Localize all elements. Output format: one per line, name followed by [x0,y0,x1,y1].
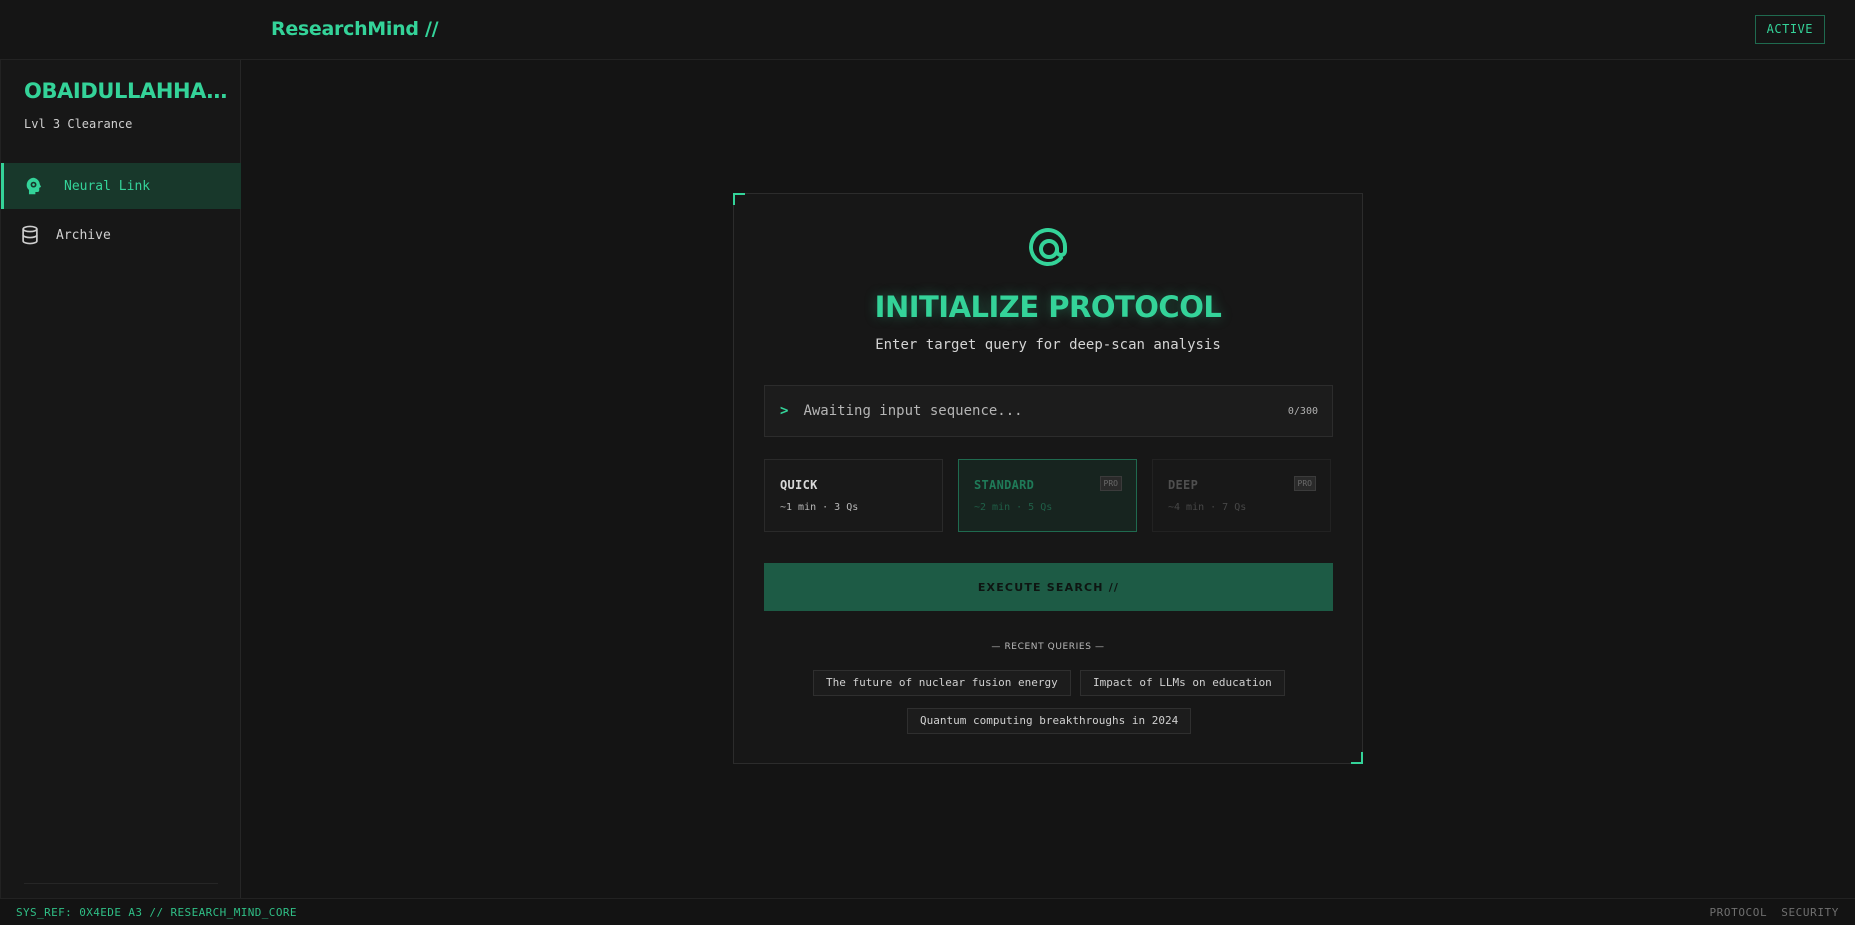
char-counter: 0/300 [1287,405,1318,417]
corner-accent [733,193,745,205]
mode-meta: ~4 min · 7 Qs [1168,502,1247,513]
footer-links: PROTOCOL SECURITY [1709,906,1839,919]
sidebar-item-label: Archive [56,227,111,243]
recent-query-chip[interactable]: Impact of LLMs on education [1080,670,1285,696]
search-panel: INITIALIZE PROTOCOL Enter target query f… [733,193,1363,764]
recent-query-chip[interactable]: The future of nuclear fusion energy [813,670,1071,696]
sidebar-divider [24,883,218,884]
recent-query-chip[interactable]: Quantum computing breakthroughs in 2024 [907,708,1192,734]
mode-name: STANDARD [974,478,1035,492]
search-input[interactable] [803,403,1288,419]
recent-queries-label: — RECENT QUERIES — [991,642,1105,652]
sidebar-item-neural-link[interactable]: Neural Link [1,163,241,209]
query-box[interactable]: > 0/300 [764,385,1333,437]
prompt-glyph: > [780,403,789,419]
brand-logo[interactable]: ResearchMind // [271,18,439,40]
pro-badge: PRO [1293,476,1316,491]
page-title: INITIALIZE PROTOCOL [874,290,1222,324]
at-sign-icon [1028,228,1070,270]
pro-badge: PRO [1099,476,1122,491]
footer: SYS_REF: 0X4EDE A3 // RESEARCH_MIND_CORE… [0,898,1855,925]
page-subtitle: Enter target query for deep-scan analysi… [875,337,1221,353]
user-clearance: Lvl 3 Clearance [24,117,133,131]
mode-meta: ~2 min · 5 Qs [974,502,1053,513]
mode-quick-option[interactable]: QUICK ~1 min · 3 Qs [764,459,943,532]
mode-name: QUICK [780,478,818,492]
mode-standard-option[interactable]: STANDARD PRO ~2 min · 5 Qs [958,459,1137,532]
top-header: ResearchMind // ACTIVE [0,0,1855,60]
sidebar-item-archive[interactable]: Archive [1,212,241,258]
mode-deep-option[interactable]: DEEP PRO ~4 min · 7 Qs [1152,459,1331,532]
execute-search-button[interactable]: EXECUTE SEARCH // [764,563,1333,611]
sidebar: OBAIDULLAHHA... Lvl 3 Clearance Neural L… [0,60,241,898]
user-name: OBAIDULLAHHA... [24,79,229,103]
mode-name: DEEP [1168,478,1199,492]
mode-meta: ~1 min · 3 Qs [780,502,859,513]
database-icon [18,223,42,247]
corner-accent [1351,752,1363,764]
status-badge: ACTIVE [1754,15,1825,44]
sidebar-item-label: Neural Link [64,178,151,194]
footer-link-security[interactable]: SECURITY [1781,906,1839,919]
system-reference: SYS_REF: 0X4EDE A3 // RESEARCH_MIND_CORE [16,906,297,919]
footer-link-protocol[interactable]: PROTOCOL [1709,906,1767,919]
brain-icon [22,174,46,198]
